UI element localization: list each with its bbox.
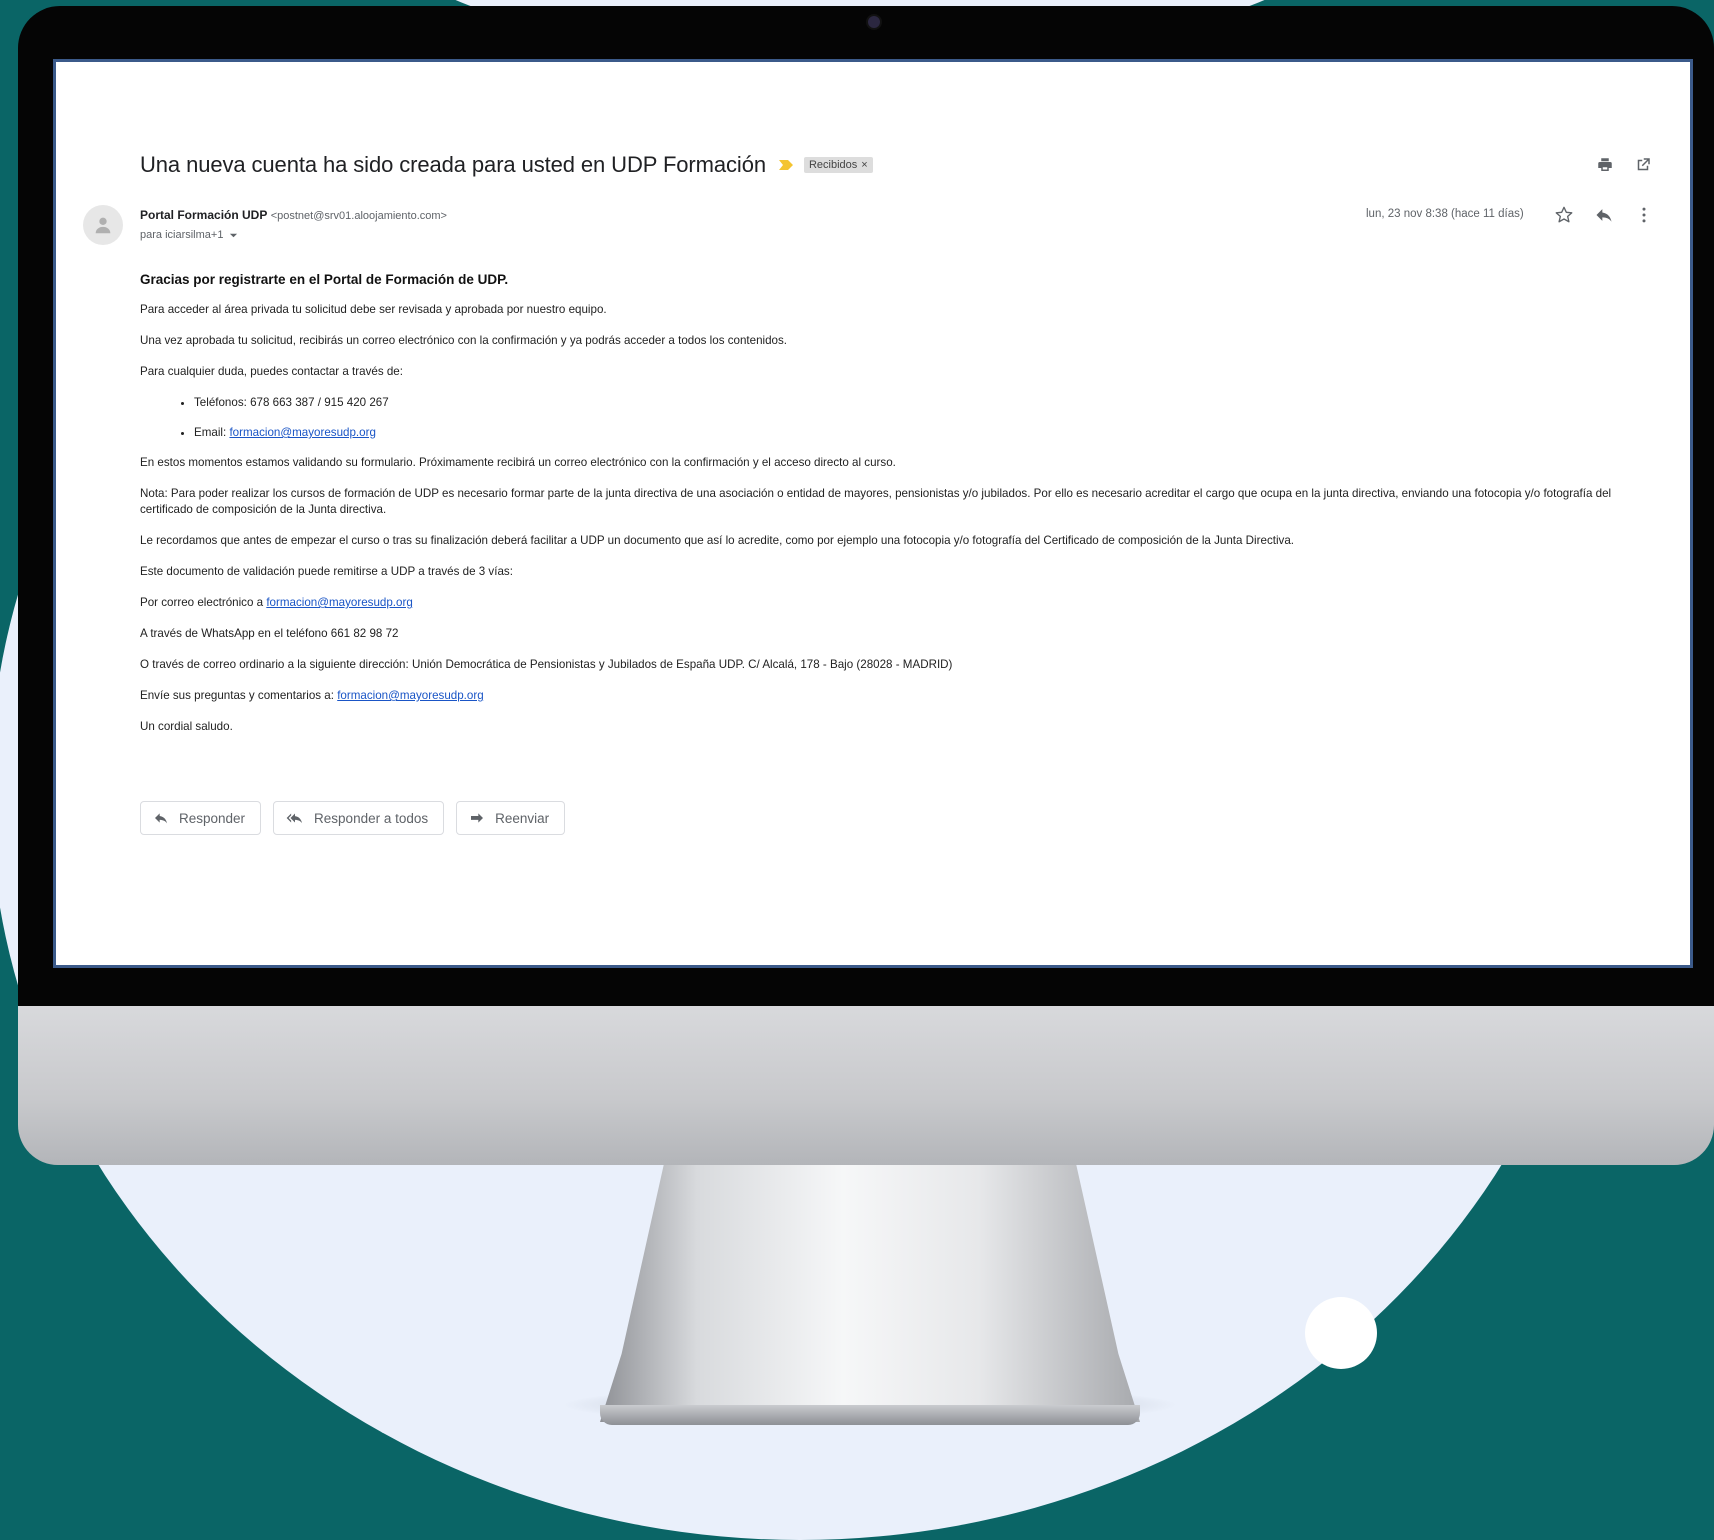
- body-paragraph: Para cualquier duda, puedes contactar a …: [140, 365, 403, 378]
- email-via-text: Por correo electrónico a: [140, 596, 267, 609]
- background-dot: [1305, 1297, 1377, 1369]
- person-icon: [95, 217, 111, 234]
- remove-label-icon[interactable]: ×: [861, 159, 867, 171]
- body-paragraph: Una vez aprobada tu solicitud, recibirás…: [140, 334, 788, 347]
- open-in-new-window-icon[interactable]: [1634, 156, 1652, 174]
- recipient-row[interactable]: para iciarsilma+1: [140, 229, 238, 241]
- contact-phones: Teléfonos: 678 663 387 / 915 420 267: [194, 395, 1640, 411]
- email-subject: Una nueva cuenta ha sido creada para ust…: [140, 152, 766, 177]
- forward-icon: [471, 813, 484, 823]
- reply-icon[interactable]: [1594, 205, 1614, 225]
- label-chip-text: Recibidos: [808, 159, 858, 171]
- contact-email-link[interactable]: formacion@mayoresudp.org: [229, 426, 375, 439]
- reply-all-button[interactable]: Responder a todos: [273, 801, 445, 835]
- body-paragraph: Por correo electrónico a formacion@mayor…: [140, 595, 1640, 611]
- print-icon[interactable]: [1596, 156, 1614, 174]
- body-heading: Gracias por registrarte en el Portal de …: [140, 272, 509, 287]
- body-paragraph: Envíe sus preguntas y comentarios a: for…: [140, 688, 1640, 704]
- body-paragraph: Le recordamos que antes de empezar el cu…: [140, 534, 1295, 547]
- reply-all-icon: [286, 813, 303, 824]
- forward-button-label: Reenviar: [495, 810, 550, 826]
- sender-email: <postnet@srv01.aloojamiento.com>: [270, 210, 447, 222]
- email-body: Gracias por registrarte en el Portal de …: [140, 272, 1640, 750]
- monitor-screen: Una nueva cuenta ha sido creada para ust…: [53, 59, 1693, 968]
- body-paragraph: Nota: Para poder realizar los cursos de …: [140, 487, 1612, 516]
- subject-row: Una nueva cuenta ha sido creada para ust…: [140, 152, 873, 178]
- recipients-text: para iciarsilma+1: [140, 229, 224, 241]
- chevron-down-icon: [230, 233, 238, 237]
- body-paragraph: A través de WhatsApp en el teléfono 661 …: [140, 627, 399, 640]
- reply-all-button-label: Responder a todos: [314, 810, 429, 826]
- body-signoff: Un cordial saludo.: [140, 720, 233, 733]
- body-paragraph: O través de correo ordinario a la siguie…: [140, 658, 953, 671]
- more-options-icon[interactable]: [1634, 205, 1654, 225]
- reply-button[interactable]: Responder: [140, 801, 262, 835]
- camera-icon: [868, 16, 880, 28]
- reply-button-label: Responder: [179, 810, 246, 826]
- reply-icon: [155, 813, 167, 824]
- sender-name[interactable]: Portal Formación UDP: [140, 208, 267, 222]
- email-via-link[interactable]: formacion@mayoresudp.org: [266, 596, 412, 609]
- body-paragraph: En estos momentos estamos validando su f…: [140, 456, 896, 469]
- questions-email-link[interactable]: formacion@mayoresudp.org: [337, 689, 483, 702]
- questions-text: Envíe sus preguntas y comentarios a:: [140, 689, 338, 702]
- email-date: lun, 23 nov 8:38 (hace 11 días): [1366, 208, 1524, 220]
- contact-list: Teléfonos: 678 663 387 / 915 420 267 Ema…: [140, 395, 1640, 441]
- email-actions: Responder Responder a todos Reenviar: [140, 801, 566, 835]
- label-chip-inbox[interactable]: Recibidos ×: [803, 157, 873, 173]
- contact-email: Email: formacion@mayoresudp.org: [194, 425, 1640, 441]
- body-paragraph: Este documento de validación puede remit…: [140, 565, 513, 578]
- contact-email-label: Email:: [194, 426, 230, 439]
- monitor-stand-foot: [600, 1405, 1140, 1425]
- monitor-stand: [600, 1160, 1140, 1422]
- sender-avatar: [83, 205, 123, 245]
- monitor-chin: [18, 1000, 1714, 1165]
- importance-marker-icon[interactable]: [778, 159, 794, 171]
- sender-row: Portal Formación UDP <postnet@srv01.aloo…: [140, 208, 447, 222]
- forward-button[interactable]: Reenviar: [456, 801, 566, 835]
- body-paragraph: Para acceder al área privada tu solicitu…: [140, 303, 607, 316]
- star-icon[interactable]: [1554, 205, 1574, 225]
